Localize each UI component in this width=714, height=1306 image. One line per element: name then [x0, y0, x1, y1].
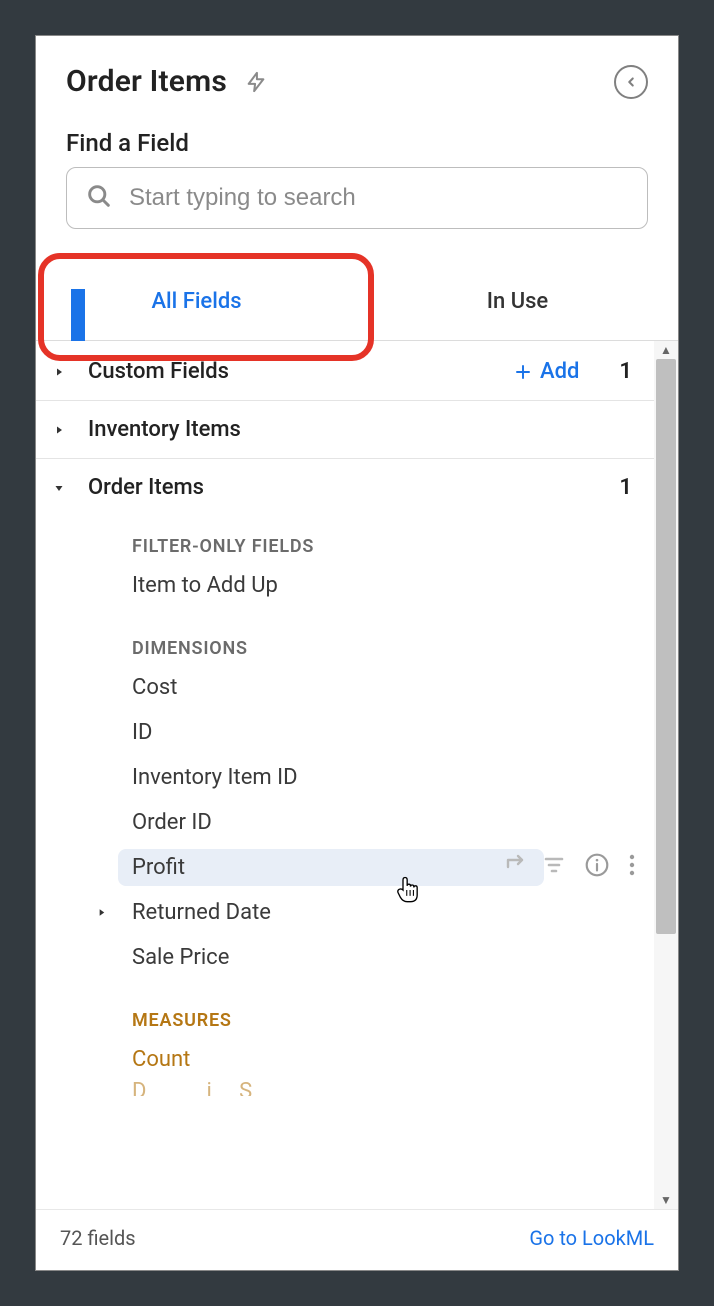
filter-icon[interactable]: [542, 853, 566, 883]
pivot-icon[interactable]: [504, 853, 528, 883]
field-dynamic-sum[interactable]: D i S: [36, 1082, 654, 1096]
caret-right-icon: [52, 366, 66, 378]
scroll-down-arrow-icon[interactable]: ▼: [658, 1191, 674, 1209]
collapse-panel-button[interactable]: [614, 65, 648, 99]
add-label: Add: [540, 359, 579, 384]
caret-down-icon: [52, 482, 66, 494]
field-sale-price[interactable]: Sale Price: [36, 935, 654, 980]
section-dimensions: DIMENSIONS: [36, 608, 654, 665]
info-icon[interactable]: [584, 852, 610, 884]
tab-in-use[interactable]: In Use: [357, 263, 678, 340]
field-count: 72 fields: [60, 1226, 136, 1250]
section-filter-only: FILTER-ONLY FIELDS: [36, 516, 654, 563]
group-count: 1: [619, 475, 632, 500]
field-picker-panel: Order Items Find a Field All Fields In U…: [35, 35, 679, 1271]
search-box[interactable]: [66, 167, 648, 229]
scroll-up-arrow-icon[interactable]: ▲: [658, 341, 674, 359]
field-count[interactable]: Count: [36, 1037, 654, 1082]
section-measures: MEASURES: [36, 980, 654, 1037]
caret-right-icon: [52, 424, 66, 436]
panel-footer: 72 fields Go to LookML: [36, 1209, 678, 1270]
cursor-icon: [394, 875, 422, 911]
go-to-lookml-link[interactable]: Go to LookML: [529, 1226, 654, 1250]
search-label: Find a Field: [36, 109, 678, 167]
group-custom-fields[interactable]: Custom Fields Add 1: [36, 343, 654, 401]
field-profit[interactable]: Profit: [36, 845, 654, 890]
bolt-icon[interactable]: [245, 67, 267, 97]
search-input[interactable]: [129, 184, 629, 212]
field-inventory-item-id[interactable]: Inventory Item ID: [36, 755, 654, 800]
group-inventory-items[interactable]: Inventory Items: [36, 401, 654, 459]
field-cost[interactable]: Cost: [36, 665, 654, 710]
group-count: 1: [619, 359, 632, 384]
scrollbar[interactable]: ▲ ▼: [654, 341, 678, 1209]
panel-title: Order Items: [66, 64, 227, 99]
field-order-id[interactable]: Order ID: [36, 800, 654, 845]
field-id[interactable]: ID: [36, 710, 654, 755]
tabs: All Fields In Use: [36, 263, 678, 341]
search-icon: [85, 182, 113, 214]
scroll-track[interactable]: [654, 359, 678, 1191]
group-title: Custom Fields: [88, 359, 229, 384]
field-list-scroll: Custom Fields Add 1 Inventory Items Orde: [36, 341, 678, 1209]
field-row-actions: [504, 845, 636, 890]
group-order-items[interactable]: Order Items 1: [36, 459, 654, 516]
more-menu-icon[interactable]: [628, 853, 636, 883]
panel-header: Order Items: [36, 36, 678, 109]
field-item-to-add-up[interactable]: Item to Add Up: [36, 563, 654, 608]
caret-right-icon: [96, 907, 114, 918]
field-returned-date[interactable]: Returned Date: [36, 890, 654, 935]
add-custom-field-button[interactable]: Add: [514, 359, 579, 384]
group-title: Inventory Items: [88, 417, 241, 442]
active-tab-indicator: [71, 289, 85, 341]
scroll-thumb[interactable]: [656, 359, 676, 934]
group-title: Order Items: [88, 475, 204, 500]
